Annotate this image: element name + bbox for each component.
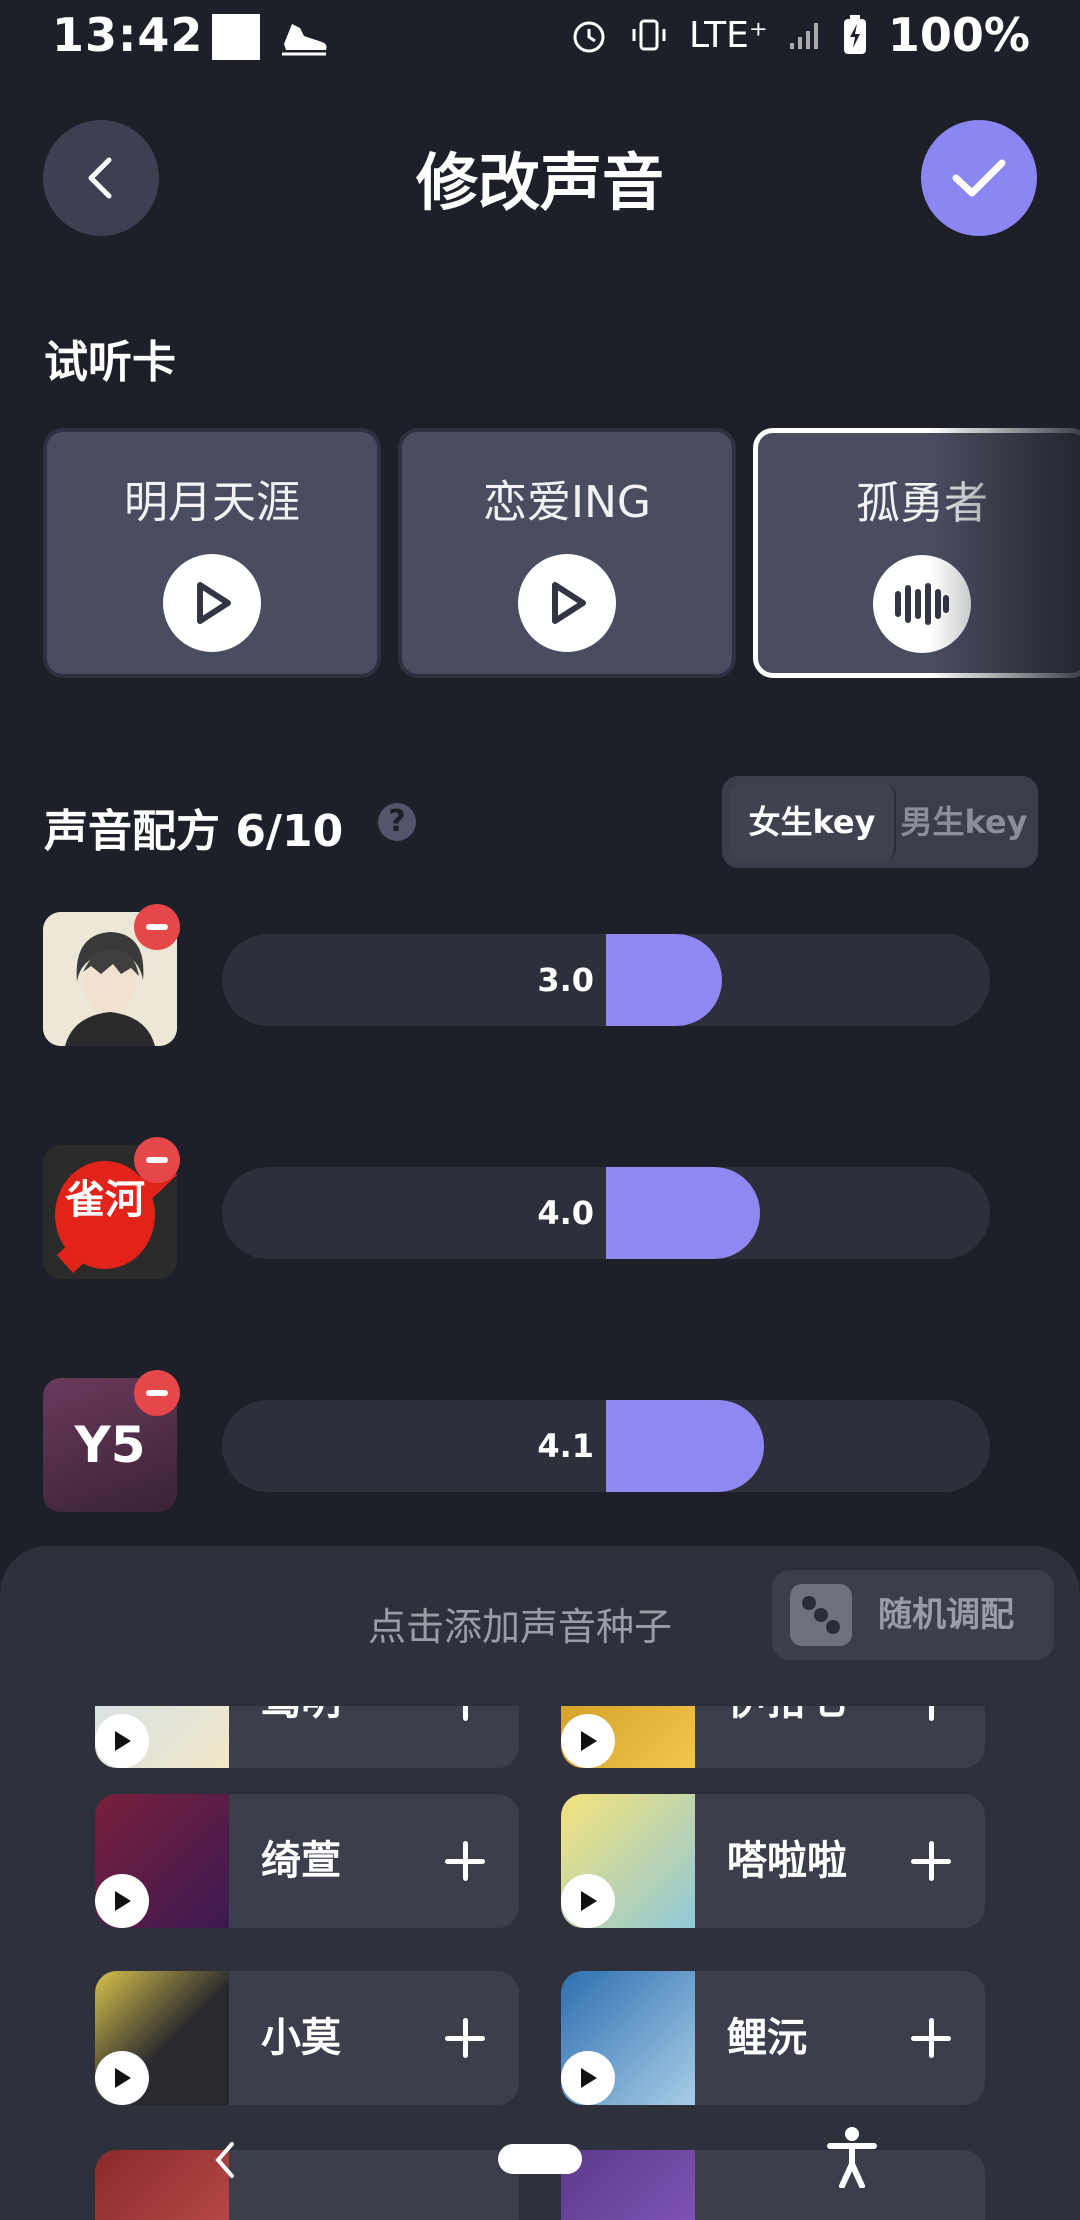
random-mix-label: 随机调配 xyxy=(878,1595,1014,1635)
weight-slider[interactable]: 4.1 xyxy=(222,1400,990,1492)
seed-item[interactable]: 伊拾七 xyxy=(561,1706,985,1768)
remove-button[interactable] xyxy=(134,904,180,950)
dice-icon xyxy=(790,1584,852,1646)
play-icon xyxy=(115,1731,131,1751)
accessibility-icon[interactable] xyxy=(826,2126,878,2188)
nav-home-pill[interactable] xyxy=(498,2144,582,2174)
slider-value: 4.1 xyxy=(537,1427,594,1465)
play-icon xyxy=(581,2068,597,2088)
key-toggle: 女生key 男生key xyxy=(722,776,1038,868)
slider-value: 3.0 xyxy=(537,961,594,999)
seed-name: 鲤沅 xyxy=(727,2015,807,2061)
slider-fill xyxy=(606,1167,760,1259)
trial-card-selected[interactable]: 孤勇者 xyxy=(753,428,1080,678)
status-time: 13:42 xyxy=(52,8,204,62)
seed-name: 伊拾七 xyxy=(727,1706,847,1768)
play-icon xyxy=(115,2068,131,2088)
play-icon xyxy=(581,1891,597,1911)
weight-slider[interactable]: 4.0 xyxy=(222,1167,990,1259)
slider-fill xyxy=(606,934,722,1026)
female-key-option[interactable]: 女生key xyxy=(730,784,896,860)
play-icon xyxy=(115,1891,131,1911)
trial-card-label: 明月天涯 xyxy=(124,477,300,528)
play-button[interactable] xyxy=(561,2051,615,2105)
trial-card-label: 恋爱ING xyxy=(483,477,651,528)
add-icon[interactable] xyxy=(911,1706,951,1721)
slider-fill xyxy=(606,1400,764,1492)
seed-item[interactable]: 鸾明 xyxy=(95,1706,519,1768)
sound-wave-icon xyxy=(895,583,949,625)
trial-card[interactable]: 恋爱ING xyxy=(398,428,736,678)
vibrate-icon xyxy=(632,19,666,51)
recipe-row: Y5 4.1 xyxy=(0,1370,1080,1514)
add-icon[interactable] xyxy=(911,1841,951,1881)
minus-icon xyxy=(146,924,168,930)
play-button[interactable] xyxy=(95,1874,149,1928)
battery-charging-icon xyxy=(843,15,866,54)
seed-item[interactable]: 鲤沅 xyxy=(561,1971,985,2105)
seed-name: 鸾明 xyxy=(261,1706,341,1768)
seed-name: 嗒啦啦 xyxy=(727,1838,847,1884)
remove-button[interactable] xyxy=(134,1370,180,1416)
trial-section-label: 试听卡 xyxy=(44,337,176,388)
trial-card[interactable]: 明月天涯 xyxy=(43,428,381,678)
minus-icon xyxy=(146,1390,168,1396)
minus-icon xyxy=(146,1157,168,1163)
play-icon xyxy=(581,1731,597,1751)
trial-card-list: 明月天涯 恋爱ING 孤勇者 xyxy=(43,428,1080,684)
play-icon xyxy=(552,582,586,624)
seed-item[interactable]: 绮萱 xyxy=(95,1794,519,1928)
play-button[interactable] xyxy=(561,1714,615,1768)
play-button[interactable] xyxy=(561,1874,615,1928)
seed-thumbnail xyxy=(95,2150,229,2220)
male-key-option[interactable]: 男生key xyxy=(898,784,1030,860)
add-icon[interactable] xyxy=(445,1841,485,1881)
avatar-text: 雀河 xyxy=(65,1176,145,1223)
play-button[interactable] xyxy=(95,1714,149,1768)
nav-back-icon[interactable] xyxy=(210,2140,240,2180)
add-icon[interactable] xyxy=(445,1706,485,1721)
seed-item[interactable]: 嗒啦啦 xyxy=(561,1794,985,1928)
seed-item[interactable]: 小莫 xyxy=(95,1971,519,2105)
seed-name: 绮萱 xyxy=(261,1838,341,1884)
signal-icon xyxy=(789,23,818,49)
remove-button[interactable] xyxy=(134,1137,180,1183)
battery-percent: 100% xyxy=(887,8,1030,62)
seed-item[interactable] xyxy=(95,2150,519,2220)
page-title: 修改声音 xyxy=(415,146,664,219)
random-mix-button[interactable]: 随机调配 xyxy=(772,1570,1054,1660)
check-icon xyxy=(952,159,1006,197)
status-icons: LTE⁺ 100% xyxy=(569,8,1030,62)
notification-square-icon xyxy=(212,14,260,60)
panel-hint: 点击添加声音种子 xyxy=(368,1605,673,1649)
recipe-row: 3.0 xyxy=(0,904,1080,1048)
alarm-icon xyxy=(573,21,605,53)
play-button[interactable] xyxy=(163,554,261,652)
seed-panel: 点击添加声音种子 随机调配 鸾明 伊拾七 绮萱 xyxy=(0,1546,1080,2220)
seed-item[interactable] xyxy=(561,2150,985,2220)
add-icon[interactable] xyxy=(911,2018,951,2058)
confirm-button[interactable] xyxy=(921,120,1037,236)
weight-slider[interactable]: 3.0 xyxy=(222,934,990,1026)
add-icon[interactable] xyxy=(445,2018,485,2058)
seed-name: 小莫 xyxy=(261,2015,341,2061)
network-type: LTE⁺ xyxy=(689,14,768,56)
playing-button[interactable] xyxy=(873,555,971,653)
seed-list: 鸾明 伊拾七 绮萱 嗒啦啦 小莫 xyxy=(0,1706,1080,2220)
recipe-row: 雀河 4.0 xyxy=(0,1137,1080,1281)
play-icon xyxy=(197,582,231,624)
help-icon[interactable]: ? xyxy=(378,803,416,841)
shoe-icon xyxy=(282,24,327,56)
trial-card-label: 孤勇者 xyxy=(856,478,988,529)
play-button[interactable] xyxy=(95,2051,149,2105)
play-button[interactable] xyxy=(518,554,616,652)
slider-value: 4.0 xyxy=(537,1194,594,1232)
recipe-title: 声音配方 6/10 xyxy=(44,806,344,857)
